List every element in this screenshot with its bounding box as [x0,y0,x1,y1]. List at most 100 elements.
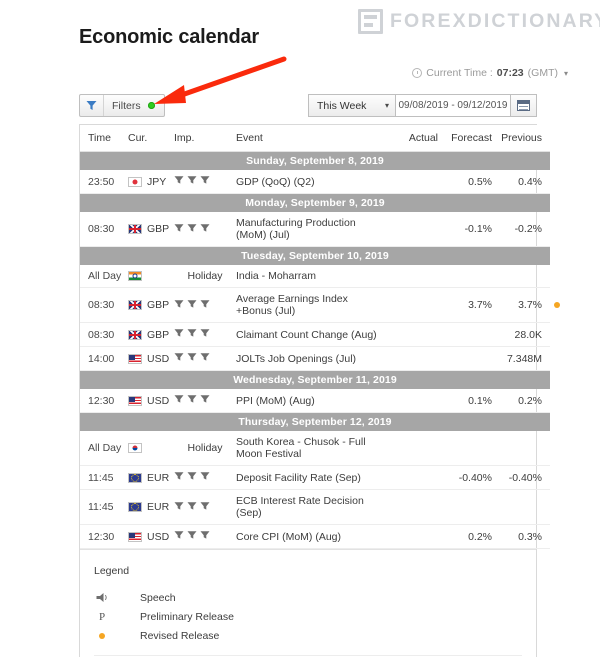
table-row[interactable]: 12:30 USD Core CPI (MoM) (Aug) 0.2% 0.3% [80,524,550,549]
table-row[interactable]: 23:50 JPY GDP (QoQ) (Q2) 0.5% 0.4% [80,170,550,194]
cell-currency: GBP [128,322,174,347]
column-header-importance: Imp. [174,125,236,152]
table-row[interactable]: All Day Holiday South Korea - Chusok - Ful… [80,431,550,466]
cell-event[interactable]: Manufacturing Production (MoM) (Jul) [236,212,386,247]
cell-event[interactable]: PPI (MoM) (Aug) [236,389,386,413]
cell-currency [128,431,174,466]
cell-previous [492,431,550,466]
table-body: Sunday, September 8, 2019 23:50 JPY GDP (Qo… [80,151,560,549]
previous-value: 28.0K [514,328,542,341]
table-row[interactable]: 11:45 EUR ECB Interest Rate Decision (Sep) [80,489,550,525]
table-row[interactable]: 08:30 GBP Manufacturing Production (MoM) (… [80,212,550,247]
cell-importance[interactable] [174,524,236,549]
volatility-indicator-high [174,501,210,511]
cell-time: 11:45 [80,489,128,525]
cell-event[interactable]: ECB Interest Rate Decision (Sep) [236,489,386,525]
column-header-event: Event [236,125,386,152]
legend-item: Revised Release [94,627,522,644]
date-range-input[interactable]: 09/08/2019 - 09/12/2019 [396,94,511,117]
forexdictionary-logo-icon [358,9,383,34]
legend-groups: Speech P Preliminary Release Revised Releas… [94,589,522,657]
cell-forecast: -0.40% [438,465,492,490]
cell-forecast [438,346,492,371]
cell-forecast: 0.5% [438,170,492,194]
cell-actual [386,170,438,194]
cell-holiday: Holiday [174,265,236,288]
revised-release-icon [94,632,140,639]
calendar-picker-button[interactable] [511,94,537,117]
cell-previous: -0.2% [492,212,550,247]
cell-event[interactable]: Core CPI (MoM) (Aug) [236,524,386,549]
cell-forecast [438,431,492,466]
filters-active-dot [147,102,155,109]
cell-event[interactable]: Average Earnings Index +Bonus (Jul) [236,287,386,323]
flag-icon-kor [128,443,142,453]
table-row[interactable]: 08:30 GBP Claimant Count Change (Aug) 28.0K [80,322,550,347]
cell-importance[interactable] [174,212,236,247]
previous-value: -0.2% [514,223,542,235]
cell-event[interactable]: India - Moharram [236,265,386,288]
cell-actual [386,465,438,490]
cell-previous: -0.40% [492,465,550,490]
cell-importance[interactable] [174,389,236,413]
speech-icon [94,592,140,603]
clock-icon [412,68,423,78]
cell-previous: 3.7% [492,287,560,323]
cell-currency: JPY [128,170,174,194]
cell-time: All Day [80,265,128,288]
legend-item: Speech [94,589,522,606]
current-time-label: Current Time : [426,67,493,79]
cell-importance[interactable] [174,346,236,371]
chevron-down-icon[interactable]: ▾ [564,69,568,78]
table-row[interactable]: 12:30 USD PPI (MoM) (Aug) 0.1% 0.2% [80,389,550,413]
chevron-down-icon: ▾ [384,101,389,110]
day-header-label: Tuesday, September 10, 2019 [80,246,550,265]
currency-code: USD [147,394,170,407]
cell-previous: 7.348M [492,346,550,371]
cell-previous: 28.0K [492,322,550,347]
filters-button[interactable]: Filters [79,94,165,117]
table-row[interactable]: All Day Holiday India - Moharram [80,265,550,288]
previous-value: 3.7% [518,299,542,311]
cell-importance[interactable] [174,465,236,490]
cell-importance[interactable] [174,489,236,525]
cell-event[interactable]: South Korea - Chusok - Full Moon Festiva… [236,431,386,466]
cell-time: 11:45 [80,465,128,490]
day-header-label: Sunday, September 8, 2019 [80,151,550,170]
cell-currency: EUR [128,489,174,525]
table-row[interactable]: 08:30 GBP Average Earnings Index +Bonus (J… [80,287,560,323]
cell-actual [386,287,438,323]
flag-icon-usd [128,353,142,364]
currency-code: GBP [147,328,170,341]
cell-forecast: 3.7% [438,287,492,323]
cell-importance[interactable] [174,322,236,347]
legend-item-label: Speech [140,591,176,604]
cell-event[interactable]: JOLTs Job Openings (Jul) [236,346,386,371]
flag-icon-usd [128,531,142,542]
currency-code: USD [147,530,170,543]
cell-time: 08:30 [80,322,128,347]
cell-time: 14:00 [80,346,128,371]
cell-currency [128,265,174,288]
cell-actual [386,265,438,288]
currency-code: USD [147,352,170,365]
cell-currency: USD [128,524,174,549]
cell-time: All Day [80,431,128,466]
table-row[interactable]: 14:00 USD JOLTs Job Openings (Jul) 7.348M [80,346,550,371]
calendar-toolbar: Filters This Week ▾ 09/08/2019 - 09/12/2… [79,94,537,117]
cell-event[interactable]: Deposit Facility Rate (Sep) [236,465,386,490]
cell-currency: GBP [128,212,174,247]
cell-event[interactable]: Claimant Count Change (Aug) [236,322,386,347]
cell-time: 08:30 [80,212,128,247]
cell-importance[interactable] [174,287,236,323]
cell-event[interactable]: GDP (QoQ) (Q2) [236,170,386,194]
current-time-indicator[interactable]: Current Time : 07:23 (GMT) ▾ [412,67,568,79]
flag-icon-gbp [128,224,142,234]
flag-icon-usd [128,395,142,406]
range-preset-select[interactable]: This Week ▾ [308,94,396,117]
cell-forecast [438,322,492,347]
table-row[interactable]: 11:45 EUR Deposit Facility Rate (Sep) -0.40… [80,465,550,490]
cell-importance[interactable] [174,170,236,194]
previous-value: 0.3% [518,530,542,543]
current-time-value: 07:23 [496,67,524,79]
